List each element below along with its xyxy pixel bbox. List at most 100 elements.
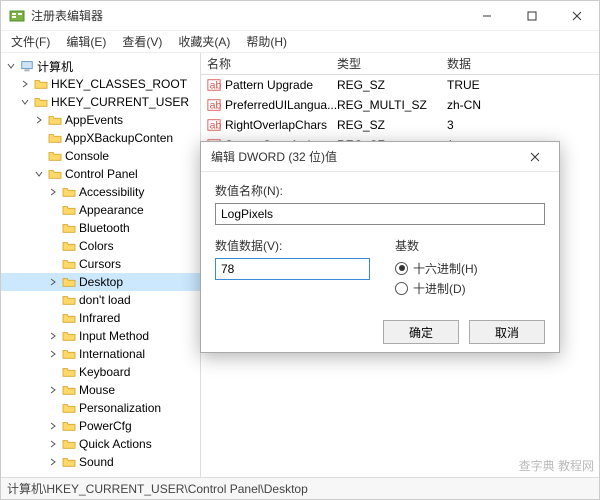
titlebar: 注册表编辑器 [1, 1, 599, 31]
minimize-button[interactable] [464, 1, 509, 31]
tree-colors[interactable]: Colors [1, 237, 200, 255]
tree-inputMethod[interactable]: Input Method [1, 327, 200, 345]
value-data-input[interactable] [215, 258, 370, 280]
value-type: REG_SZ [337, 118, 447, 132]
expand-icon[interactable] [47, 348, 59, 360]
base-label: 基数 [395, 237, 545, 254]
radio-hex[interactable]: 十六进制(H) [395, 258, 545, 278]
expand-icon[interactable] [47, 366, 59, 378]
tree-appevents[interactable]: AppEvents [1, 111, 200, 129]
tree-label: Personalization [79, 401, 161, 415]
menu-favorites[interactable]: 收藏夹(A) [172, 31, 236, 52]
expand-icon[interactable] [47, 456, 59, 468]
menu-view[interactable]: 查看(V) [116, 31, 168, 52]
menu-edit[interactable]: 编辑(E) [60, 31, 112, 52]
tree-label: Control Panel [65, 167, 138, 181]
window-title: 注册表编辑器 [31, 7, 464, 24]
tree-label: HKEY_CLASSES_ROOT [51, 77, 187, 91]
maximize-button[interactable] [509, 1, 554, 31]
edit-dword-dialog: 编辑 DWORD (32 位)值 数值名称(N): 数值数据(V): 基数 十六… [200, 141, 560, 353]
tree-label: PowerCfg [79, 419, 132, 433]
table-row[interactable]: abPreferredUILangua...REG_MULTI_SZzh-CN [201, 95, 599, 115]
expand-icon[interactable] [47, 276, 59, 288]
expand-icon[interactable] [19, 78, 31, 90]
tree-label: Mouse [79, 383, 115, 397]
tree-label: Appearance [79, 203, 144, 217]
expand-icon[interactable] [47, 240, 59, 252]
tree-cursors[interactable]: Cursors [1, 255, 200, 273]
expand-icon[interactable] [47, 420, 59, 432]
status-path: 计算机\HKEY_CURRENT_USER\Control Panel\Desk… [7, 480, 308, 497]
tree-accessibility[interactable]: Accessibility [1, 183, 200, 201]
svg-text:ab: ab [210, 120, 221, 132]
expand-icon[interactable] [33, 168, 45, 180]
tree-console[interactable]: Console [1, 147, 200, 165]
tree-pane[interactable]: 计算机 HKEY_CLASSES_ROOT HKEY_CURRENT_USER App… [1, 53, 201, 477]
col-type[interactable]: 类型 [337, 55, 447, 72]
tree-label: Sound [79, 455, 114, 469]
value-data: TRUE [447, 78, 599, 92]
tree-label: Keyboard [79, 365, 130, 379]
tree-label: Colors [79, 239, 114, 253]
dialog-close-button[interactable] [521, 143, 549, 171]
expand-icon[interactable] [5, 60, 17, 72]
svg-text:ab: ab [210, 80, 221, 92]
expand-icon[interactable] [47, 222, 59, 234]
value-type: REG_SZ [337, 78, 447, 92]
value-type: REG_MULTI_SZ [337, 98, 447, 112]
expand-icon[interactable] [19, 96, 31, 108]
expand-icon[interactable] [47, 312, 59, 324]
tree-controlpanel[interactable]: Control Panel [1, 165, 200, 183]
expand-icon[interactable] [47, 438, 59, 450]
tree-label: International [79, 347, 145, 361]
tree-quickActions[interactable]: Quick Actions [1, 435, 200, 453]
tree-personalization[interactable]: Personalization [1, 399, 200, 417]
tree-label: Cursors [79, 257, 121, 271]
tree-computer[interactable]: 计算机 [1, 57, 200, 75]
expand-icon[interactable] [47, 294, 59, 306]
expand-icon[interactable] [47, 384, 59, 396]
table-row[interactable]: abRightOverlapCharsREG_SZ3 [201, 115, 599, 135]
tree-appxbackup[interactable]: AppXBackupConten [1, 129, 200, 147]
cancel-button[interactable]: 取消 [469, 320, 545, 344]
tree-sound[interactable]: Sound [1, 453, 200, 471]
expand-icon[interactable] [33, 150, 45, 162]
tree-appearance[interactable]: Appearance [1, 201, 200, 219]
radio-dec[interactable]: 十进制(D) [395, 278, 545, 298]
table-row[interactable]: ab Pattern Upgrade REG_SZTRUE [201, 75, 599, 95]
tree-bluetooth[interactable]: Bluetooth [1, 219, 200, 237]
menu-help[interactable]: 帮助(H) [240, 31, 293, 52]
tree-label: Quick Actions [79, 437, 152, 451]
tree-dontLoad[interactable]: don't load [1, 291, 200, 309]
tree-label: AppEvents [65, 113, 123, 127]
tree-powerCfg[interactable]: PowerCfg [1, 417, 200, 435]
value-data: 3 [447, 118, 599, 132]
tree-keyboard[interactable]: Keyboard [1, 363, 200, 381]
expand-icon[interactable] [33, 114, 45, 126]
expand-icon[interactable] [47, 258, 59, 270]
tree-hkcr[interactable]: HKEY_CLASSES_ROOT [1, 75, 200, 93]
radio-dot-icon [395, 262, 408, 275]
col-name[interactable]: 名称 [207, 55, 337, 72]
ok-button[interactable]: 确定 [383, 320, 459, 344]
menu-file[interactable]: 文件(F) [5, 31, 56, 52]
tree-mouse[interactable]: Mouse [1, 381, 200, 399]
value-name-input[interactable] [215, 203, 545, 225]
expand-icon[interactable] [47, 186, 59, 198]
expand-icon[interactable] [47, 330, 59, 342]
value-name: PreferredUILangua... [225, 98, 337, 112]
col-data[interactable]: 数据 [447, 55, 599, 72]
dialog-title: 编辑 DWORD (32 位)值 [211, 148, 521, 165]
expand-icon[interactable] [47, 402, 59, 414]
value-name: Pattern Upgrade [225, 78, 313, 92]
tree-infrared[interactable]: Infrared [1, 309, 200, 327]
expand-icon[interactable] [33, 132, 45, 144]
close-button[interactable] [554, 1, 599, 31]
radio-dot-icon [395, 282, 408, 295]
tree-label: don't load [79, 293, 131, 307]
tree-international[interactable]: International [1, 345, 200, 363]
expand-icon[interactable] [47, 204, 59, 216]
tree-hkcu[interactable]: HKEY_CURRENT_USER [1, 93, 200, 111]
tree-desktop[interactable]: Desktop [1, 273, 200, 291]
tree-label: Console [65, 149, 109, 163]
